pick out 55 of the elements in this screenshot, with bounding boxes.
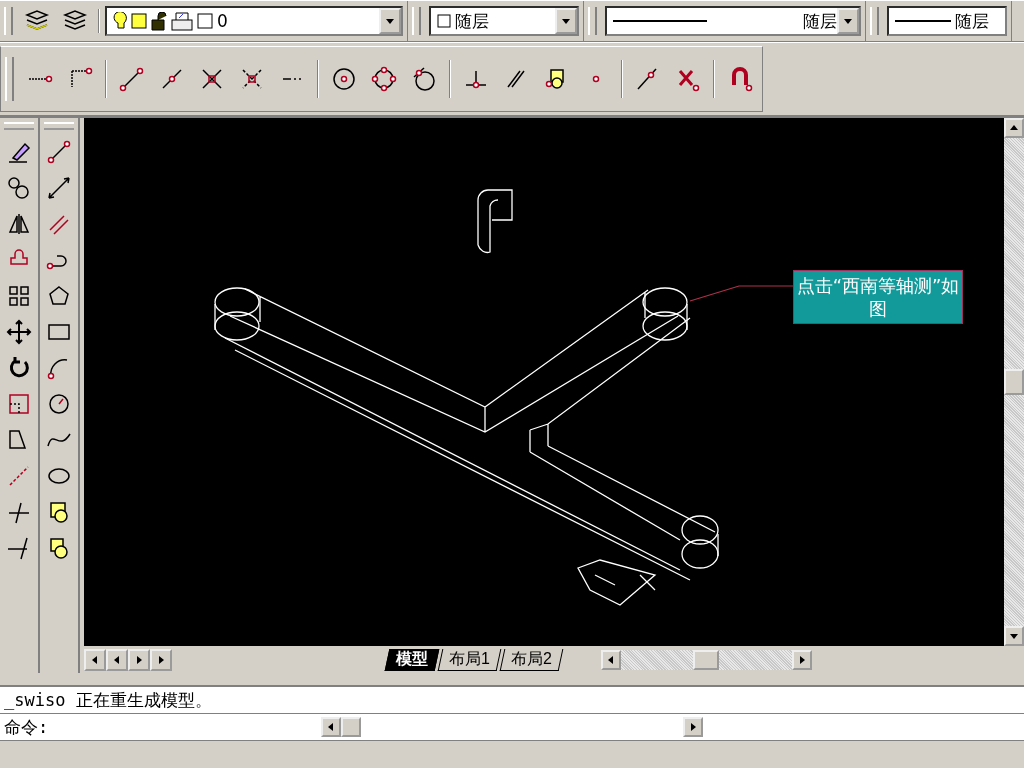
caret-icon — [561, 16, 571, 26]
padlock-icon — [151, 11, 167, 31]
command-history-line: _swiso 正在重生成模型。 — [3, 688, 213, 712]
node-icon — [592, 75, 600, 83]
printer-icon — [171, 11, 193, 31]
horizontal-scrollbar[interactable] — [600, 649, 813, 670]
previous-tab-button[interactable] — [106, 648, 128, 671]
dropdown-field[interactable]: 随层 — [429, 6, 579, 36]
toolbar-grip[interactable] — [588, 7, 597, 35]
toolbar-grip[interactable] — [4, 7, 13, 35]
tracking-icon — [27, 75, 53, 83]
scroll-thumb[interactable] — [693, 649, 720, 670]
last-icon — [156, 654, 166, 665]
extension-icon — [282, 77, 302, 81]
right-arrow-icon — [134, 654, 144, 665]
quadrant-icon — [370, 65, 398, 93]
annotation-callout: 点击“西南等轴测”如图 — [793, 270, 963, 324]
scroll-right-button[interactable] — [792, 649, 813, 670]
scroll-left-button[interactable] — [321, 717, 342, 737]
line-sample-icon — [895, 19, 951, 23]
color-swatch-icon — [437, 14, 451, 28]
scroll-down-button[interactable] — [1004, 626, 1024, 646]
dropdown-field[interactable]: 随层 — [605, 6, 861, 36]
left-arrow-icon — [112, 654, 122, 665]
last-tab-button[interactable] — [150, 648, 172, 671]
layout-tab[interactable]: 布局2 — [499, 648, 563, 671]
scroll-thumb[interactable] — [341, 717, 362, 737]
scroll-up-button[interactable] — [1004, 118, 1024, 138]
caret-icon — [843, 16, 853, 26]
down-arrow-icon — [1009, 631, 1019, 641]
layout-tab[interactable]: 布局1 — [437, 648, 501, 671]
endpoint-icon — [118, 65, 146, 93]
next-tab-button[interactable] — [128, 648, 150, 671]
dropdown-value: 随层 — [431, 9, 555, 33]
scroll-right-button[interactable] — [682, 717, 703, 737]
first-tab-button[interactable] — [84, 648, 106, 671]
layout-tab[interactable]: 模型 — [384, 648, 440, 671]
dropdown-value: 随层 — [607, 9, 837, 33]
scroll-left-button[interactable] — [600, 649, 621, 670]
toolbar-grip[interactable] — [412, 7, 421, 35]
line-sample-icon — [613, 19, 707, 23]
toolbar-grip[interactable] — [5, 56, 14, 102]
caret-icon — [385, 16, 395, 26]
first-icon — [90, 654, 100, 665]
up-arrow-icon — [1009, 123, 1019, 133]
dropdown-value: 0 — [107, 11, 379, 31]
scroll-thumb[interactable] — [1004, 369, 1024, 395]
color-swatch-icon — [197, 13, 213, 29]
command-prompt: 命令: — [3, 715, 50, 739]
toolbar-grip[interactable] — [870, 7, 879, 35]
lightbulb-icon — [113, 12, 127, 30]
move-icon — [5, 317, 33, 346]
center-icon — [330, 65, 358, 93]
dropdown-field[interactable]: 0 — [105, 6, 403, 36]
vertical-scrollbar[interactable] — [1004, 118, 1024, 646]
